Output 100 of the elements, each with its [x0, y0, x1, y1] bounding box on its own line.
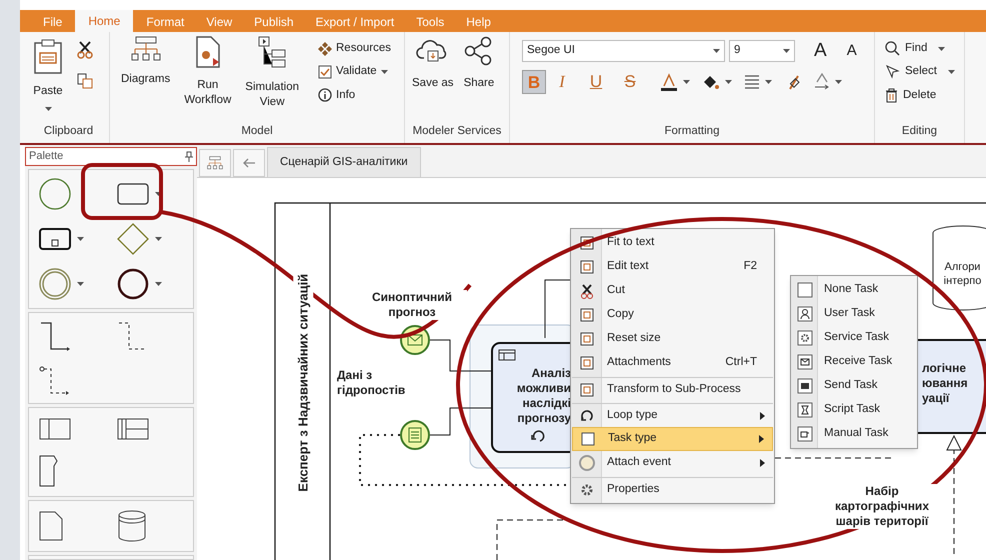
pin-icon [185, 151, 193, 162]
format-button[interactable] [744, 74, 772, 90]
ribbon-button[interactable]: Run Workflow [179, 32, 236, 108]
font-color-icon [660, 73, 678, 91]
shrink-font-button[interactable]: A [844, 41, 860, 61]
ribbon-button[interactable]: Paste [28, 34, 68, 111]
menu-item[interactable]: Task type [572, 427, 773, 451]
menu-item[interactable]: Manual Task [791, 422, 917, 446]
ribbon-button[interactable]: Delete [885, 86, 964, 104]
diagram-view-button[interactable] [199, 149, 231, 177]
palette-tool[interactable] [39, 418, 71, 440]
table-icon [498, 350, 516, 360]
menu-item[interactable]: User Task [791, 302, 917, 326]
group-label: Model [240, 124, 274, 139]
caret-icon [783, 49, 790, 53]
caret-icon [835, 80, 842, 84]
palette-tool[interactable] [39, 321, 71, 353]
caret-icon [380, 70, 388, 74]
menu-item[interactable]: Properties [572, 477, 773, 501]
cut-button[interactable] [76, 40, 94, 60]
menu-item[interactable]: Edit text F2 [572, 255, 773, 279]
task-text: наслідкі [522, 396, 571, 411]
group-label: Editing [900, 124, 938, 139]
task-text: логічне [922, 361, 966, 376]
grow-font-button[interactable]: A [811, 41, 830, 61]
envelope-icon [796, 354, 812, 370]
blank-task-icon [796, 282, 812, 298]
trash-icon [885, 88, 898, 103]
menu-item[interactable]: Reset size [572, 327, 773, 351]
palette-tool[interactable] [117, 268, 149, 300]
format-button[interactable] [814, 73, 842, 91]
caret-icon [683, 80, 690, 84]
store-text: Алгори [944, 260, 980, 274]
task-text: Аналіз [531, 366, 571, 381]
palette-tool[interactable] [117, 510, 147, 542]
text-direction-icon [814, 73, 830, 91]
scissors-icon [77, 41, 93, 59]
back-arrow-icon [242, 158, 256, 168]
caret-icon [765, 80, 772, 84]
triangle-marker [946, 434, 962, 450]
text-style-button[interactable]: I [550, 70, 574, 94]
menu-item[interactable]: Script Task [791, 398, 917, 422]
menu-item[interactable]: None Task [791, 278, 917, 302]
palette-tool[interactable] [39, 454, 59, 486]
menu-item[interactable]: Copy [572, 303, 773, 327]
text-style-button[interactable]: U [584, 70, 608, 94]
ribbon-button[interactable]: Save as [407, 32, 459, 91]
pointer-icon [885, 64, 900, 80]
menu-item[interactable]: Service Task [791, 326, 917, 350]
palette-tool[interactable] [117, 183, 149, 206]
menu-item[interactable]: Receive Task [791, 350, 917, 374]
caret-icon [77, 236, 84, 241]
palette-tool[interactable] [117, 418, 149, 440]
palette-tool[interactable] [39, 228, 71, 250]
connector [430, 340, 492, 372]
align-icon [744, 74, 760, 90]
menu-item[interactable]: Cut [572, 279, 773, 303]
search-icon [885, 41, 900, 56]
paint-bucket-icon [702, 73, 720, 91]
caret-icon [948, 70, 955, 74]
loop-icon [531, 430, 544, 442]
conditional-event [400, 420, 430, 450]
group-label: Clipboard [42, 124, 94, 139]
scissors-icon [579, 283, 595, 299]
caret-icon [725, 80, 732, 84]
submenu-arrow-icon [760, 412, 765, 420]
ribbon-button[interactable]: Share [458, 32, 500, 91]
format-button[interactable] [702, 73, 732, 91]
ribbon-button[interactable]: Info [318, 86, 391, 104]
ribbon-button[interactable]: Resources [318, 40, 391, 58]
caret-icon [155, 282, 162, 286]
document-tab[interactable]: Сценарій GIS-аналітики [267, 147, 421, 177]
submenu-arrow-icon [759, 435, 764, 443]
task-text: уації [922, 391, 950, 406]
menu-item[interactable]: Transform to Sub-Process [572, 377, 773, 401]
caret-icon [155, 236, 162, 241]
menu-item[interactable]: Attachments Ctrl+T [572, 351, 773, 375]
envelope-icon [408, 334, 422, 346]
menu-item[interactable]: Fit to text [572, 231, 773, 255]
menu-item[interactable]: Attach event [572, 451, 773, 475]
task-text: ювання [922, 376, 968, 391]
ribbon-button[interactable]: Diagrams [116, 32, 176, 87]
text-style-button[interactable]: S [618, 70, 642, 94]
menu-item[interactable]: Send Task [791, 374, 917, 398]
palette-tool[interactable] [39, 511, 63, 541]
ribbon-button[interactable]: Simulation View [240, 32, 304, 110]
ribbon-button[interactable]: Validate [318, 63, 391, 80]
checkbox-icon [318, 64, 332, 79]
format-button[interactable] [660, 73, 690, 91]
back-button[interactable] [233, 149, 265, 177]
task-text: можливи [516, 381, 571, 396]
font-size-field[interactable]: 9 [729, 40, 795, 62]
document-lines-icon [408, 428, 422, 442]
clipboard-icon [33, 38, 63, 74]
caret-icon [77, 282, 84, 286]
share-icon [464, 36, 494, 66]
font-field[interactable]: Segoe UI [522, 40, 725, 62]
ribbon-button[interactable]: Find [885, 40, 964, 58]
palette-tool[interactable] [39, 365, 71, 397]
ribbon-button[interactable]: Select [885, 63, 964, 80]
